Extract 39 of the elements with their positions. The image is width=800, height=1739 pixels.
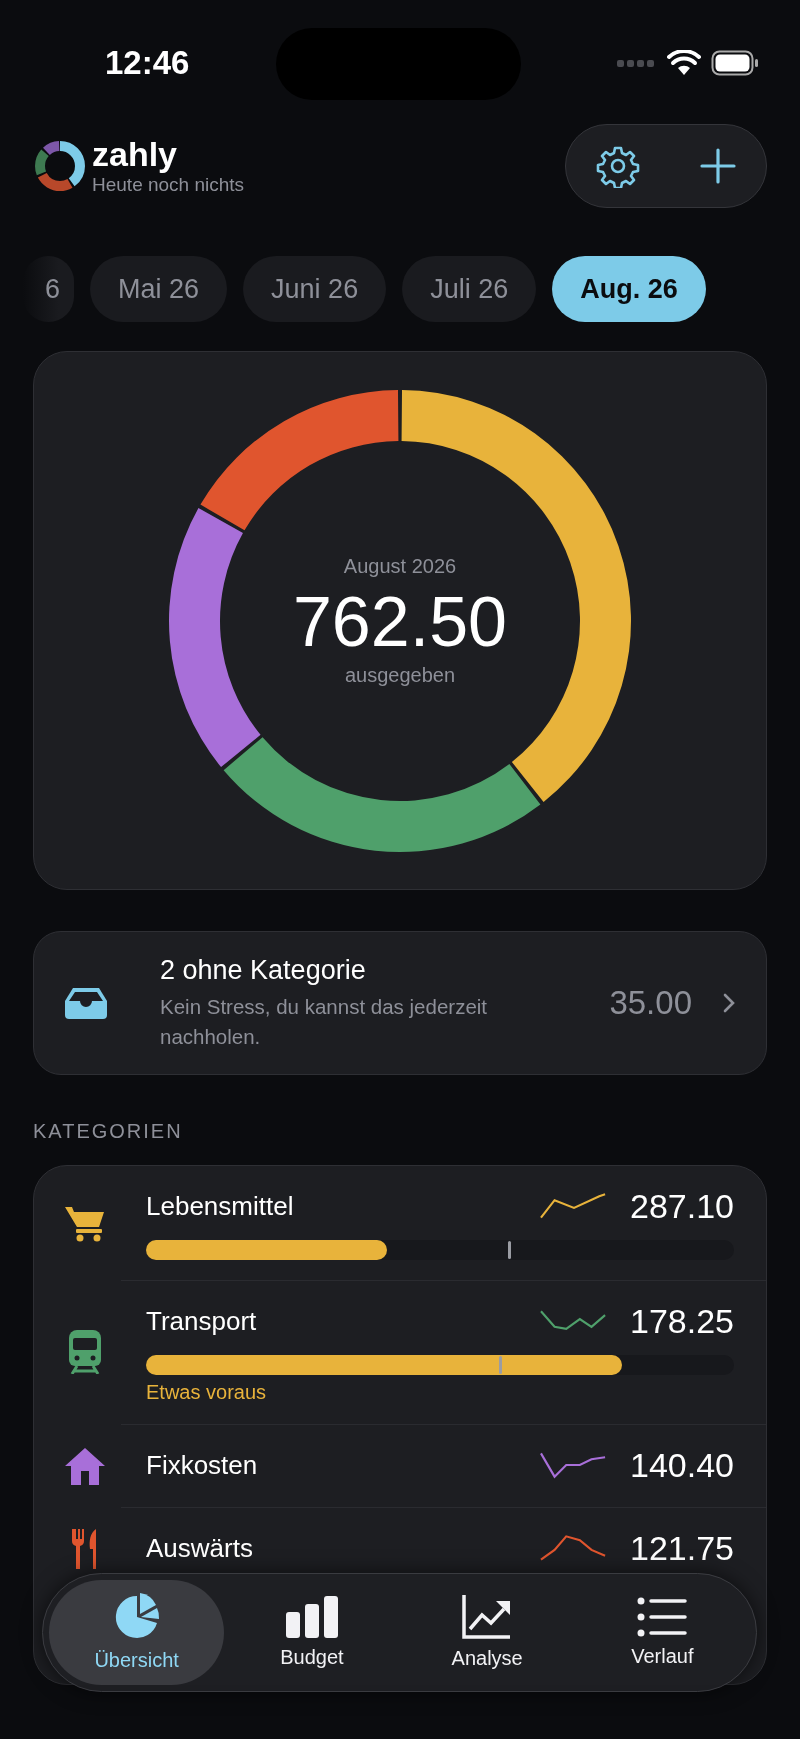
tab[interactable]: Budget — [224, 1580, 400, 1685]
trend-chart-icon — [462, 1595, 513, 1639]
category-name: Lebensmittel — [146, 1190, 295, 1222]
total-caption: ausgegeben — [344, 663, 456, 687]
month-chip[interactable]: Juli 26 — [402, 256, 537, 322]
category-amount: 121.75 — [629, 1528, 734, 1568]
tab[interactable]: Übersicht — [49, 1580, 225, 1685]
uncategorized-subtitle: Kein Stress, du kannst das jederzeit nachholen. — [160, 993, 489, 1050]
logo-icon — [33, 139, 87, 193]
list-icon — [637, 1597, 688, 1637]
month-chip[interactable]: Juni 26 — [243, 256, 387, 322]
month-chip[interactable]: Aug. 26 — [552, 256, 706, 322]
tab[interactable]: Analyse — [399, 1580, 575, 1685]
inbox-icon — [64, 986, 108, 1020]
wifi-icon — [667, 50, 701, 76]
uncategorized-title: 2 ohne Kategorie — [160, 954, 367, 986]
app-subtitle: Heute noch nichts — [92, 173, 245, 197]
month-chip[interactable]: Mai 26 — [90, 256, 228, 322]
category-name: Auswärts — [146, 1532, 254, 1564]
tab[interactable]: Verlauf — [574, 1580, 750, 1685]
period-label: August 2026 — [343, 554, 457, 578]
chevron-icon — [722, 992, 736, 1014]
app-name: zahly — [92, 135, 179, 173]
category-amount: 178.25 — [629, 1301, 734, 1341]
bar-chart-icon — [284, 1596, 339, 1638]
battery-icon — [711, 50, 759, 76]
category-amount: 287.10 — [629, 1186, 734, 1226]
uncategorized-amount: 35.00 — [609, 984, 692, 1022]
signal-icon — [617, 58, 657, 68]
settings-button[interactable] — [595, 144, 640, 188]
status-time: 12:46 — [105, 44, 190, 82]
category-amount: 140.40 — [629, 1445, 734, 1485]
section-title: KATEGORIEN — [33, 1120, 184, 1142]
uncategorized-card[interactable]: 2 ohne Kategorie Kein Stress, du kannst das jederzeit nachholen. 35.00 — [33, 931, 767, 1075]
total-amount: 762.50 — [292, 581, 508, 662]
budget-note: Etwas voraus — [146, 1381, 268, 1404]
add-button[interactable] — [698, 147, 737, 185]
category-name: Transport — [146, 1305, 258, 1337]
category-name: Fixkosten — [146, 1449, 259, 1481]
